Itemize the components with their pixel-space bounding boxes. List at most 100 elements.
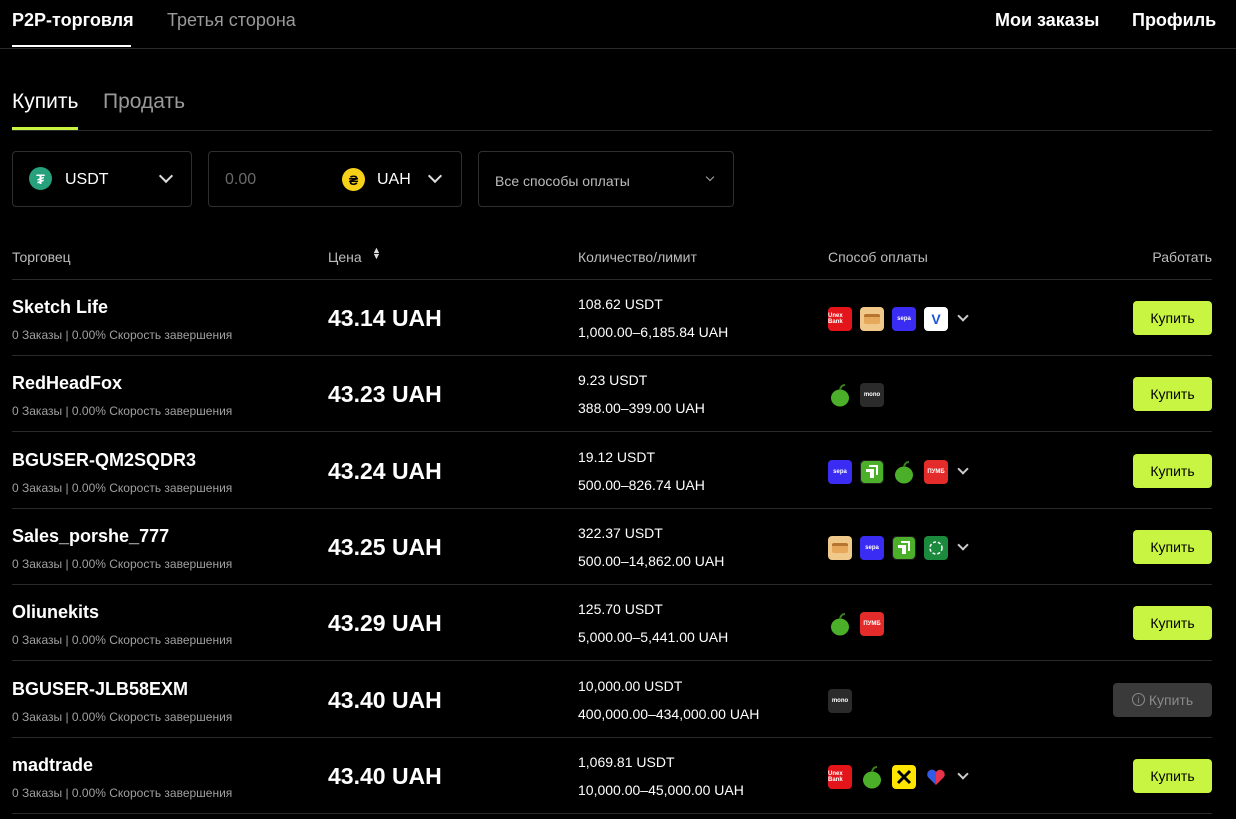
sepa-icon: sepa: [828, 459, 852, 484]
hryvnia-icon: ₴: [342, 168, 365, 191]
merchant-name[interactable]: Sketch Life: [12, 297, 108, 318]
order-limit: 400,000.00–434,000.00 UAH: [578, 705, 760, 722]
unex-bank-icon: Unex Bank: [828, 764, 852, 789]
sort-icon[interactable]: ▲ ▼: [372, 246, 381, 261]
buy-button[interactable]: Купить: [1133, 529, 1212, 564]
order-limit: 5,000.00–5,441.00 UAH: [578, 629, 729, 646]
payment-methods: Unex Bank: [828, 764, 970, 789]
profile-link[interactable]: Профиль: [1132, 10, 1216, 31]
merchant-stats: 0 Заказы | 0.00% Скорость завершения: [12, 556, 233, 571]
price: 43.14 UAH: [328, 305, 442, 331]
order-limit: 500.00–826.74 UAH: [578, 476, 705, 493]
mono-icon: mono: [828, 688, 852, 713]
buy-sell-tabs: Купить Продать: [12, 50, 1212, 131]
chevron-down-icon[interactable]: [957, 460, 970, 484]
buy-button[interactable]: i Купить: [1113, 682, 1212, 717]
amount-fiat-field[interactable]: 0.00 ₴ UAH: [208, 151, 462, 207]
order-limit: 10,000.00–45,000.00 UAH: [578, 781, 744, 798]
order-limit: 1,000.00–6,185.84 UAH: [578, 324, 729, 340]
buy-button-label: Купить: [1150, 538, 1195, 555]
my-orders-link[interactable]: Мои заказы: [995, 10, 1099, 31]
payment-methods: sepa ПУМБ: [828, 459, 970, 484]
pumb-icon: ПУМБ: [924, 459, 948, 484]
fiat-value: UAH: [377, 171, 411, 188]
chevron-down-icon: [705, 172, 715, 182]
table-row: Sales_porshe_777 0 Заказы | 0.00% Скорост…: [12, 509, 1212, 585]
merchant-name[interactable]: BGUSER-JLB58EXM: [12, 679, 188, 700]
merchant-name[interactable]: RedHeadFox: [12, 373, 122, 394]
buy-button-label: Купить: [1148, 691, 1194, 708]
table-row: Oliunekits 0 Заказы | 0.00% Скорость заве…: [12, 585, 1212, 662]
price: 43.24 UAH: [328, 457, 442, 484]
tab-sell[interactable]: Продать: [103, 90, 185, 114]
apple-icon: [828, 612, 852, 636]
order-limit: 500.00–14,862.00 UAH: [578, 552, 725, 569]
buy-button-label: Купить: [1150, 767, 1195, 784]
merchant-name[interactable]: Oliunekits: [12, 602, 99, 623]
tether-icon: ₮: [29, 167, 52, 190]
price: 43.23 UAH: [328, 381, 442, 408]
available-quantity: 108.62 USDT: [578, 296, 663, 312]
mono-icon: mono: [860, 383, 884, 408]
price: 43.29 UAH: [328, 610, 442, 637]
merchant-name[interactable]: BGUSER-QM2SQDR3: [12, 450, 196, 471]
tab-p2p-trading[interactable]: P2P-торговля: [12, 10, 134, 31]
table-header: Торговец Цена ▲ ▼ Количество/лимит Способ…: [12, 240, 1212, 280]
chevron-down-icon[interactable]: [957, 765, 970, 789]
merchant-name[interactable]: madtrade: [12, 755, 93, 776]
top-nav: P2P-торговля Третья сторона Мои заказы П…: [0, 0, 1236, 49]
crypto-value: USDT: [65, 171, 109, 188]
header-payment: Способ оплаты: [828, 249, 928, 265]
buy-button-label: Купить: [1150, 462, 1195, 479]
chevron-down-icon: [427, 168, 443, 184]
buy-tab-underline: [12, 127, 78, 130]
card-icon: [860, 307, 884, 331]
privat-icon: [892, 535, 916, 560]
buy-button-label: Купить: [1150, 310, 1195, 326]
price: 43.25 UAH: [328, 533, 442, 560]
sepa-icon: sepa: [892, 307, 916, 331]
table-row: RedHeadFox 0 Заказы | 0.00% Скорость заве…: [12, 356, 1212, 433]
tab-buy[interactable]: Купить: [12, 90, 78, 114]
available-quantity: 10,000.00 USDT: [578, 677, 683, 694]
table-row: BGUSER-QM2SQDR3 0 Заказы | 0.00% Скорость…: [12, 433, 1212, 509]
raiffeisen-icon: [892, 764, 916, 789]
payment-methods: ПУМБ: [828, 612, 892, 637]
amount-input[interactable]: 0.00: [225, 171, 256, 189]
buy-button[interactable]: Купить: [1133, 453, 1212, 488]
merchant-name[interactable]: Sales_porshe_777: [12, 526, 169, 547]
order-limit: 388.00–399.00 UAH: [578, 400, 705, 417]
merchant-stats: 0 Заказы | 0.00% Скорость завершения: [12, 404, 233, 419]
apple-icon: [828, 383, 852, 407]
card-icon: [828, 535, 852, 560]
buy-button[interactable]: Купить: [1133, 301, 1212, 335]
buy-button[interactable]: Купить: [1133, 377, 1212, 412]
header-price[interactable]: Цена: [328, 249, 362, 265]
buy-button[interactable]: Купить: [1133, 758, 1212, 793]
v-icon: V: [924, 307, 948, 331]
payment-method-select[interactable]: Все способы оплаты: [478, 151, 734, 207]
payment-method-value: Все способы оплаты: [495, 173, 630, 189]
price: 43.40 UAH: [328, 686, 442, 713]
merchant-stats: 0 Заказы | 0.00% Скорость завершения: [12, 480, 233, 495]
info-icon: i: [1131, 693, 1145, 706]
price: 43.40 UAH: [328, 762, 442, 789]
crypto-select[interactable]: ₮ USDT: [12, 151, 192, 207]
sepa-icon: sepa: [860, 535, 884, 560]
unex-bank-icon: Unex Bank: [828, 307, 852, 331]
header-merchant: Торговец: [12, 249, 71, 265]
tab-third-party[interactable]: Третья сторона: [167, 10, 296, 31]
apple-icon: [860, 765, 884, 789]
buy-button[interactable]: Купить: [1133, 606, 1212, 641]
pumb-icon: ПУМБ: [860, 612, 884, 637]
chevron-down-icon[interactable]: [957, 307, 970, 331]
merchant-stats: 0 Заказы | 0.00% Скорость завершения: [12, 785, 233, 800]
chevron-down-icon[interactable]: [957, 536, 970, 560]
table-row: Sketch Life 0 Заказы | 0.00% Скорость зав…: [12, 280, 1212, 356]
merchant-stats: 0 Заказы | 0.00% Скорость завершения: [12, 633, 233, 648]
active-tab-underline: [12, 45, 131, 47]
payment-methods: mono: [828, 688, 860, 713]
table-row: madtrade 0 Заказы | 0.00% Скорость заверш…: [12, 738, 1212, 814]
merchant-stats: 0 Заказы | 0.00% Скорость завершения: [12, 709, 233, 724]
buy-button-label: Купить: [1150, 615, 1195, 632]
